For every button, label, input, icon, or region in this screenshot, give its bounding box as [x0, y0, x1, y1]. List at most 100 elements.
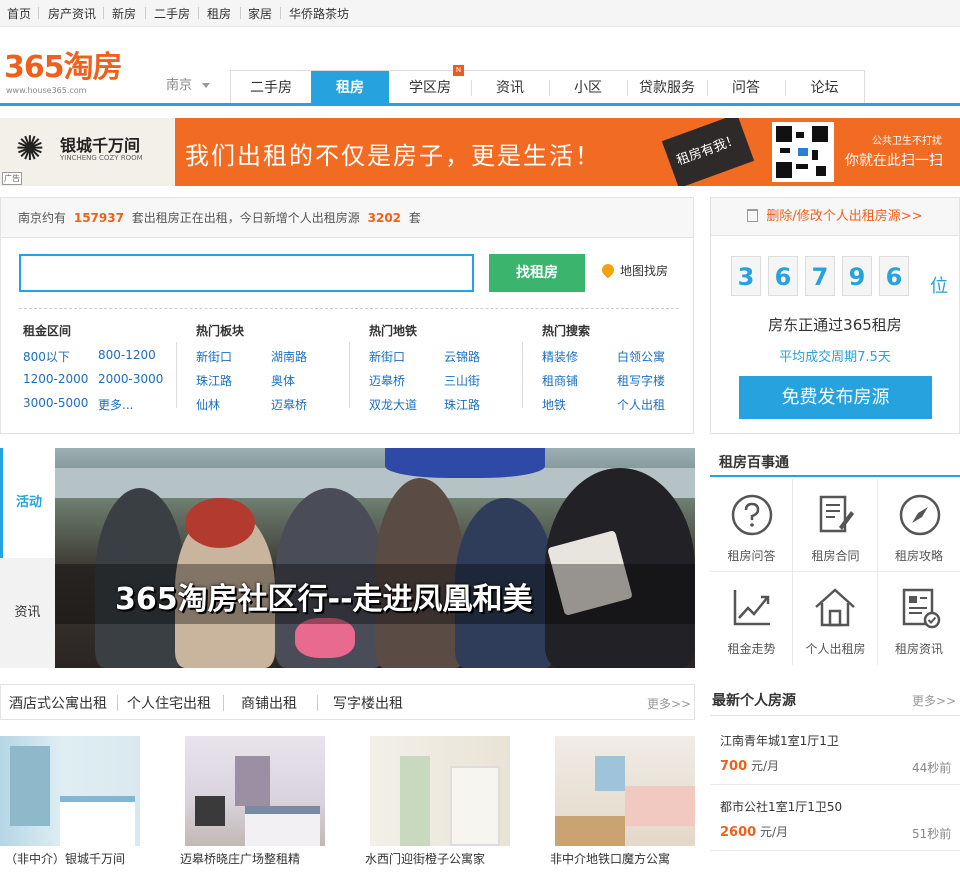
- filter-link[interactable]: 仙林: [196, 396, 220, 413]
- divider: [103, 7, 104, 19]
- counter-unit: 位: [930, 276, 948, 297]
- slider-tabs: 活动 资讯: [0, 448, 55, 668]
- divider: [19, 308, 679, 309]
- service-qa[interactable]: 租房问答: [710, 479, 793, 572]
- filter-link[interactable]: 三山街: [444, 372, 480, 389]
- newest-more-link[interactable]: 更多>>: [912, 692, 956, 709]
- search-button[interactable]: 找租房: [489, 254, 585, 292]
- divider: [145, 7, 146, 19]
- filter-title: 热门板块: [196, 324, 245, 338]
- tab-shop[interactable]: 商铺出租: [241, 693, 297, 713]
- listing-caption: 水西门迎街橙子公寓家: [365, 852, 486, 866]
- photo-person: [185, 498, 255, 548]
- newest-header: 最新个人房源 更多>>: [710, 686, 960, 716]
- filter-link[interactable]: 新街口: [369, 348, 405, 365]
- filter-link[interactable]: 800-1200: [98, 348, 156, 362]
- slider-tab-news[interactable]: 资讯: [0, 558, 55, 668]
- top-link-home-decor[interactable]: 家居: [248, 5, 272, 22]
- tab-personal-residence[interactable]: 个人住宅出租: [127, 693, 211, 713]
- service-contract[interactable]: 租房合同: [793, 479, 878, 572]
- main-nav: 二手房 租房 学区房 N 资讯 小区 贷款服务 问答 论坛: [230, 65, 865, 105]
- service-label: 个人出租房: [805, 642, 866, 656]
- tab-office[interactable]: 写字楼出租: [333, 693, 403, 713]
- stat-new: 3202: [367, 211, 402, 225]
- listing-photo: [0, 736, 140, 846]
- filter-link[interactable]: 2000-3000: [98, 372, 163, 386]
- service-label: 租房合同: [811, 549, 860, 563]
- top-link-secondhand[interactable]: 二手房: [154, 5, 190, 22]
- filter-link[interactable]: 更多...: [98, 396, 133, 413]
- ad-label: 广告: [2, 172, 22, 185]
- filter-link[interactable]: 新街口: [196, 348, 232, 365]
- tab-qa[interactable]: 问答: [707, 71, 785, 105]
- tab-school-district[interactable]: 学区房: [389, 71, 471, 105]
- service-news[interactable]: 租房资讯: [878, 572, 960, 665]
- publish-line1: 房东正通过365租房: [768, 316, 902, 334]
- service-trend[interactable]: 租金走势: [710, 572, 793, 665]
- banner-brand-area: ✺ 银城千万间 YINCHENG COZY ROOM 广告: [0, 118, 175, 186]
- filter-link[interactable]: 珠江路: [444, 396, 480, 413]
- divider: [117, 695, 118, 711]
- filter-link[interactable]: 地铁: [542, 396, 566, 413]
- tab-news[interactable]: 资讯: [471, 71, 549, 105]
- filter-link[interactable]: 800以下: [23, 348, 70, 365]
- filter-link[interactable]: 迈皋桥: [271, 396, 307, 413]
- activity-slider: 活动 资讯 365淘房社区行--走进凤凰和美: [0, 448, 695, 668]
- counter-digit: 6: [768, 256, 798, 296]
- divider: [349, 342, 350, 408]
- ad-banner[interactable]: ✺ 银城千万间 YINCHENG COZY ROOM 广告 我们出租的不仅是房子…: [0, 118, 960, 186]
- filter-link[interactable]: 迈皋桥: [369, 372, 405, 389]
- filter-link[interactable]: 3000-5000: [23, 396, 88, 410]
- slider-caption: 365淘房社区行--走进凤凰和美: [115, 582, 533, 617]
- filter-link[interactable]: 精装修: [542, 348, 578, 365]
- newest-listings: 最新个人房源 更多>> 江南青年城1室1厅1卫 700 元/月 44秒前 都市公…: [710, 686, 960, 873]
- counter-digit: 6: [879, 256, 909, 296]
- filter-link[interactable]: 湖南路: [271, 348, 307, 365]
- tab-loan[interactable]: 贷款服务: [627, 71, 707, 105]
- newest-item[interactable]: 江南青年城1室1厅1卫 700 元/月 44秒前: [710, 719, 960, 785]
- tab-forum[interactable]: 论坛: [785, 71, 864, 105]
- city-selector[interactable]: 南京: [166, 74, 211, 93]
- divider: [176, 342, 177, 408]
- filter-link[interactable]: 云锦路: [444, 348, 480, 365]
- house-icon: [815, 588, 855, 627]
- slider-photo[interactable]: 365淘房社区行--走进凤凰和美: [55, 448, 695, 668]
- slider-tab-activity[interactable]: 活动: [0, 448, 55, 558]
- listing-photo: [185, 736, 325, 846]
- filter-link[interactable]: 白领公寓: [617, 348, 665, 365]
- filter-link[interactable]: 个人出租: [617, 396, 665, 413]
- map-search-link[interactable]: 地图找房: [599, 261, 668, 279]
- filter-link[interactable]: 租写字楼: [617, 372, 665, 389]
- top-link-news[interactable]: 房产资讯: [48, 5, 96, 22]
- tab-secondhand[interactable]: 二手房: [231, 71, 311, 105]
- filter-link[interactable]: 双龙大道: [369, 396, 417, 413]
- search-input[interactable]: [19, 254, 474, 292]
- top-link-newhome[interactable]: 新房: [112, 5, 136, 22]
- tab-rent[interactable]: 租房: [311, 71, 389, 105]
- filter-link[interactable]: 珠江路: [196, 372, 232, 389]
- services-title-bar: 租房百事通: [710, 446, 960, 477]
- top-link-rent[interactable]: 租房: [207, 5, 231, 22]
- counter-digit: 3: [731, 256, 761, 296]
- filter-link[interactable]: 租商铺: [542, 372, 578, 389]
- service-guide[interactable]: 租房攻略: [878, 479, 960, 572]
- top-nav-bar: 首页 房产资讯 新房 二手房 租房 家居 华侨路茶坊: [0, 0, 960, 27]
- photo-tent: [385, 448, 545, 478]
- filter-link[interactable]: 1200-2000: [23, 372, 88, 386]
- service-personal-rent[interactable]: 个人出租房: [793, 572, 878, 665]
- filter-rent-range: 租金区间 800以下 800-1200 1200-2000 2000-3000 …: [23, 322, 163, 412]
- newest-item-time: 44秒前: [912, 761, 952, 775]
- newest-item-time: 51秒前: [912, 827, 952, 841]
- publish-button[interactable]: 免费发布房源: [739, 376, 932, 419]
- site-logo[interactable]: 365淘房 www.house365.com: [4, 50, 149, 98]
- top-link-home[interactable]: 首页: [7, 5, 31, 22]
- newest-item[interactable]: 都市公社1室1厅1卫50 2600 元/月 51秒前: [710, 785, 960, 851]
- tab-hotel-apartment[interactable]: 酒店式公寓出租: [9, 693, 107, 713]
- listing-more-link[interactable]: 更多>>: [647, 695, 691, 712]
- top-link-forum[interactable]: 华侨路茶坊: [289, 5, 349, 22]
- price-value: 2600: [720, 825, 757, 840]
- tab-community[interactable]: 小区: [549, 71, 627, 105]
- filter-hot-metro: 热门地铁 新街口 云锦路 迈皋桥 三山街 双龙大道 珠江路: [349, 322, 480, 412]
- filter-link[interactable]: 奥体: [271, 372, 295, 389]
- delete-listing-link[interactable]: 删除/修改个人出租房源>>: [711, 198, 959, 236]
